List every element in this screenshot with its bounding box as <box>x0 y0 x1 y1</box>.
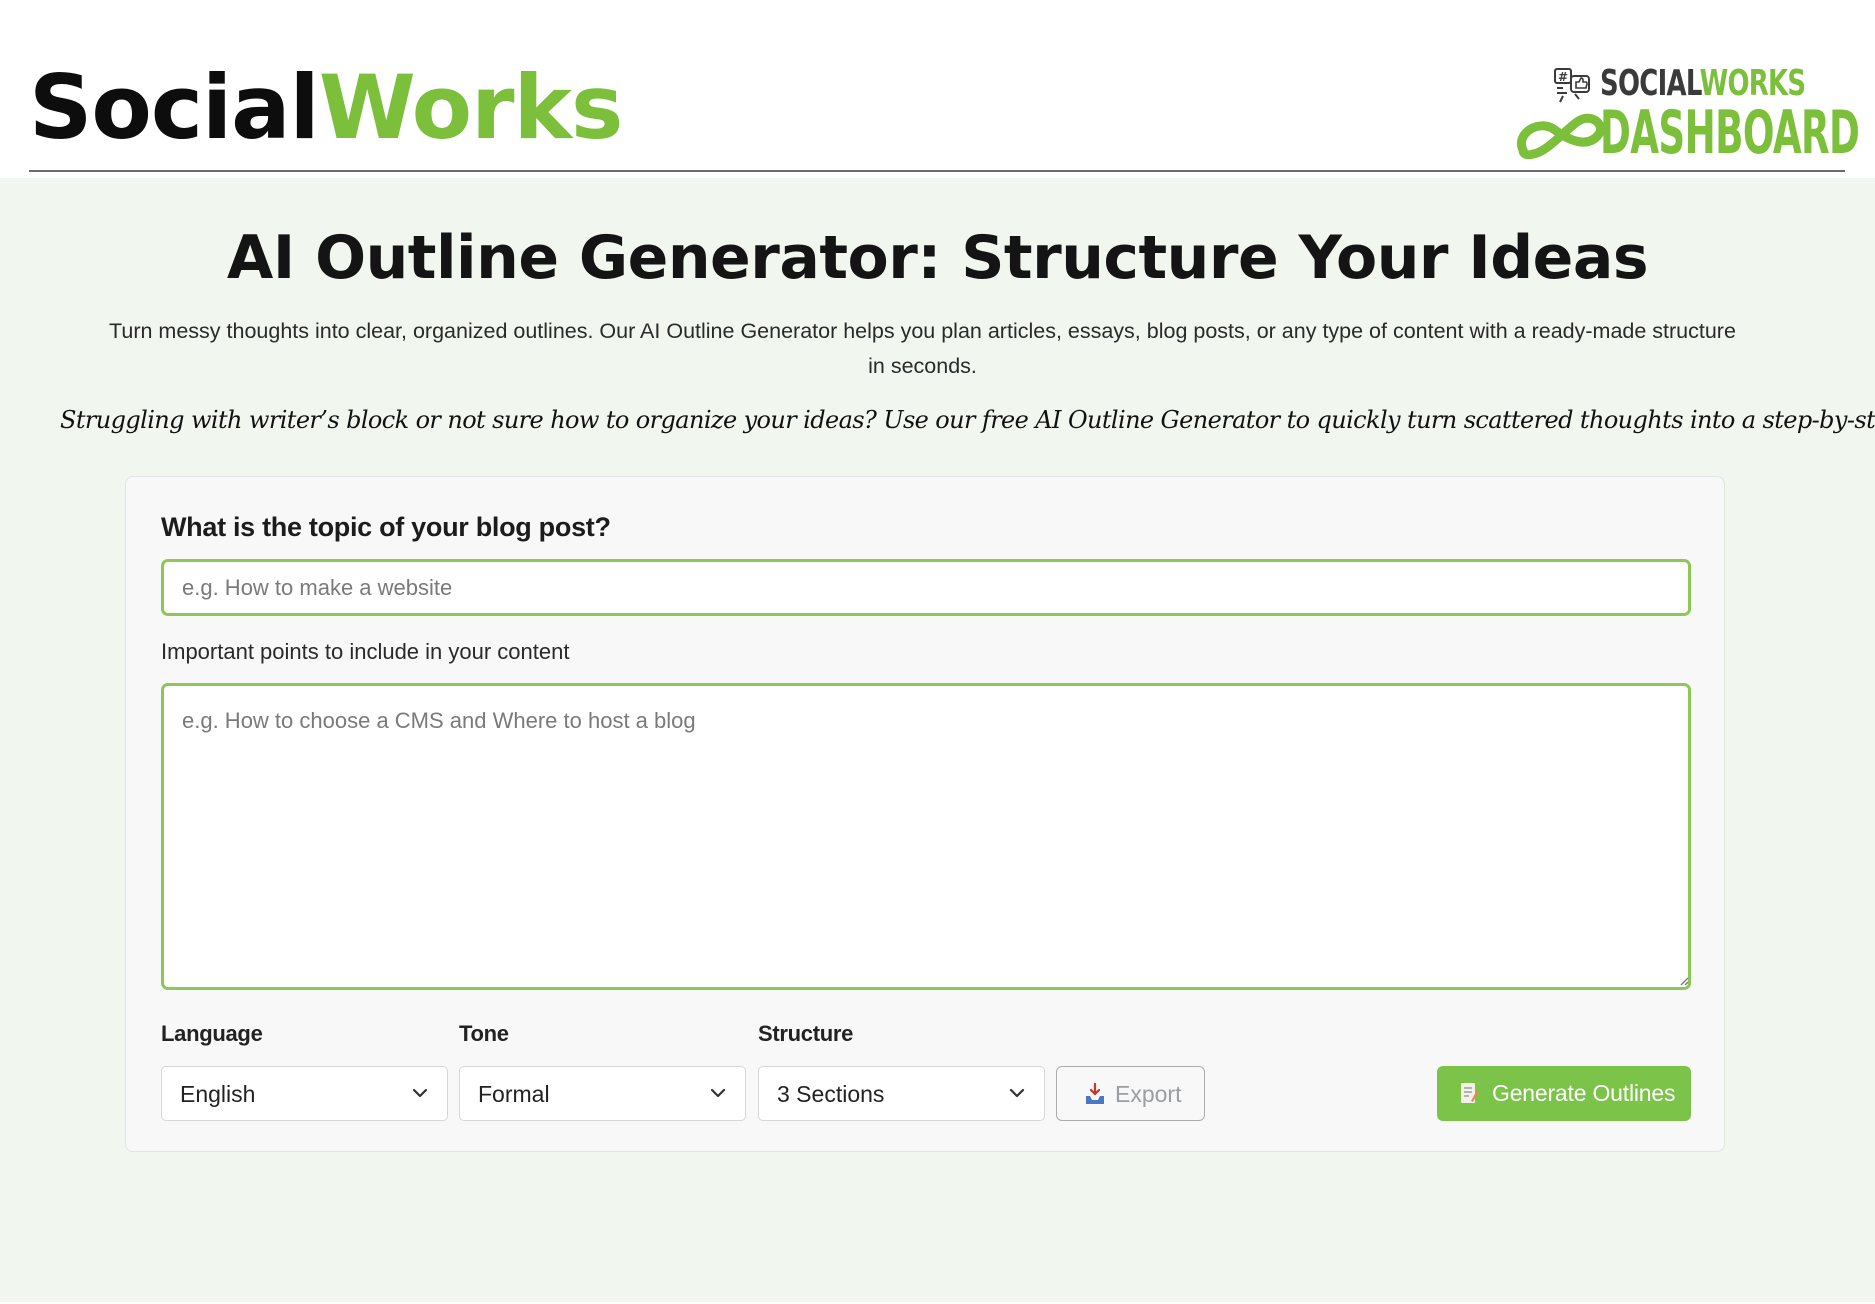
inbox-tray-icon <box>1086 1082 1104 1104</box>
chevron-down-icon <box>1009 1088 1025 1098</box>
chevron-down-icon <box>412 1088 428 1098</box>
generate-outlines-label: Generate Outlines <box>1492 1080 1676 1106</box>
socialworks-dashboard-logo[interactable]: # SOCIALWORKS DASHBOARD <box>1515 64 1860 164</box>
logo-text-dashboard: DASHBOARD <box>1600 98 1860 168</box>
outline-generator-form: What is the topic of your blog post? Imp… <box>125 476 1725 1152</box>
site-header: SocialWorks # SOCIALWORKS DASHBOARD <box>0 0 1875 178</box>
social-hashtag-like-icon: # <box>1554 68 1590 103</box>
language-select[interactable]: English <box>161 1066 448 1121</box>
topic-input[interactable] <box>161 559 1691 616</box>
points-label: Important points to include in your cont… <box>161 639 570 664</box>
resize-handle-icon[interactable] <box>1679 976 1689 986</box>
page-title: AI Outline Generator: Structure Your Ide… <box>226 223 1649 293</box>
infinity-loop-icon <box>1516 113 1605 160</box>
structure-label: Structure <box>758 1021 854 1046</box>
brand-wordmark[interactable]: SocialWorks <box>29 56 624 159</box>
structure-value: 3 Sections <box>777 1081 885 1107</box>
brand-word-works: Works <box>318 56 624 159</box>
language-label: Language <box>161 1021 263 1046</box>
tone-select[interactable]: Formal <box>459 1066 746 1121</box>
intro-text: Turn messy thoughts into clear, organize… <box>109 319 1736 378</box>
generate-outlines-button[interactable]: Generate Outlines <box>1437 1066 1691 1121</box>
topic-label: What is the topic of your blog post? <box>161 512 611 542</box>
brand-word-social: Social <box>29 56 320 159</box>
svg-text:#: # <box>1558 70 1568 84</box>
structure-select[interactable]: 3 Sections <box>758 1066 1045 1121</box>
points-textarea[interactable] <box>161 683 1691 990</box>
header-divider <box>29 170 1845 172</box>
tone-value: Formal <box>478 1081 550 1107</box>
memo-pencil-icon <box>1461 1083 1479 1103</box>
tone-label: Tone <box>459 1021 509 1046</box>
language-value: English <box>180 1081 256 1107</box>
export-button[interactable]: Export <box>1056 1066 1205 1121</box>
export-label: Export <box>1115 1081 1182 1107</box>
handwritten-tagline: Struggling with writer’s block or not su… <box>60 406 1875 434</box>
main-content: AI Outline Generator: Structure Your Ide… <box>0 178 1875 1302</box>
chevron-down-icon <box>710 1088 726 1098</box>
